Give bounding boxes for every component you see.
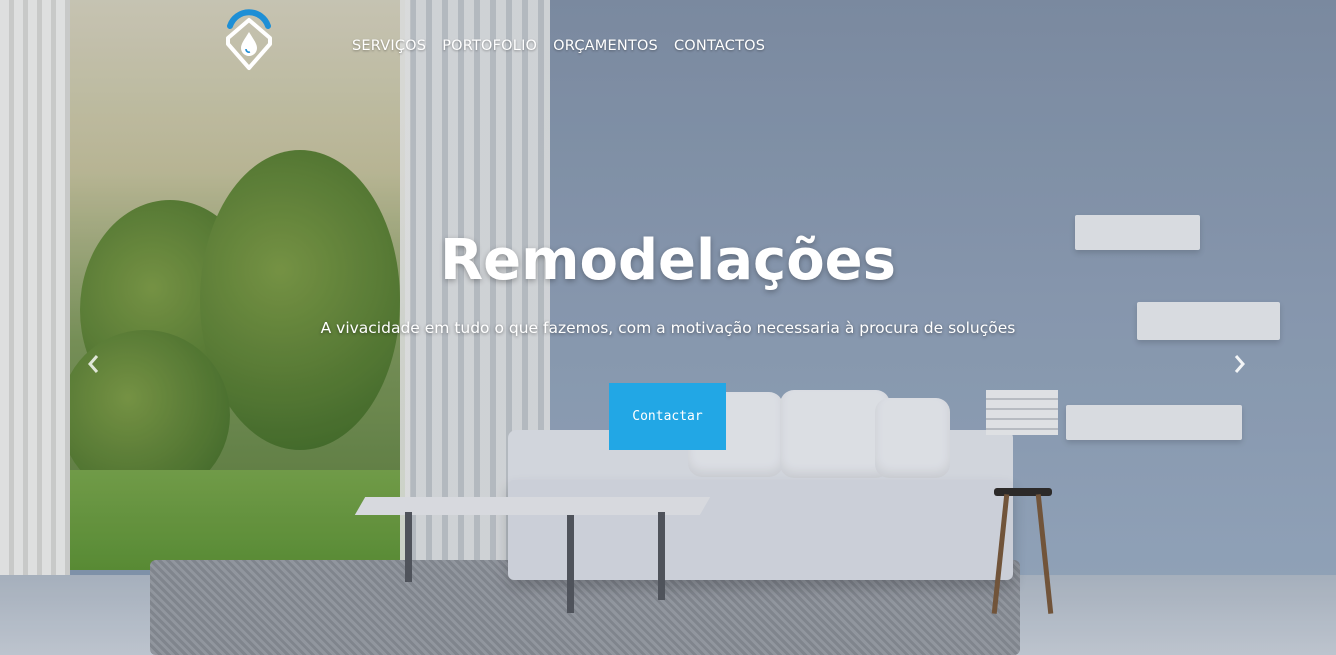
chevron-left-icon[interactable] — [86, 353, 100, 381]
chevron-right-icon[interactable] — [1233, 353, 1247, 381]
contactar-button[interactable]: Contactar — [609, 383, 726, 450]
main-nav: SERVIÇOS PORTOFOLIO ORÇAMENTOS CONTACTOS — [352, 38, 765, 54]
hero-title: Remodelações — [440, 228, 896, 293]
site-logo[interactable] — [222, 8, 276, 72]
nav-link-servicos[interactable]: SERVIÇOS — [352, 38, 426, 54]
house-drop-logo-icon — [226, 9, 272, 70]
nav-link-portofolio[interactable]: PORTOFOLIO — [442, 38, 537, 54]
hero-subtitle: A vivacidade em tudo o que fazemos, com … — [320, 319, 1016, 337]
nav-link-orcamentos[interactable]: ORÇAMENTOS — [553, 38, 658, 54]
nav-link-contactos[interactable]: CONTACTOS — [674, 38, 765, 54]
